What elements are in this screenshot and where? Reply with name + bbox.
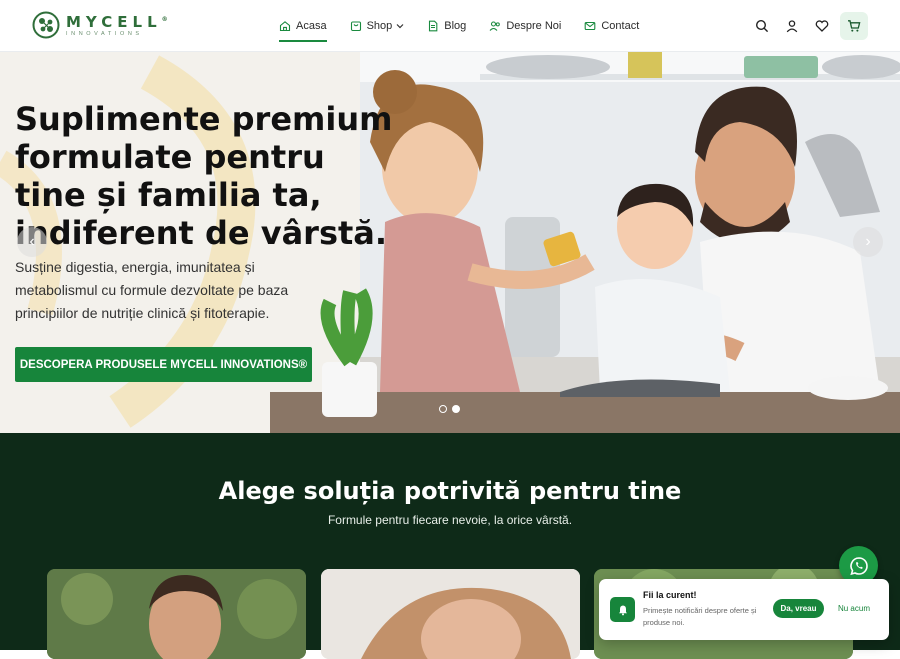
- carousel-prev-button[interactable]: ‹: [17, 227, 47, 257]
- chevron-left-icon: ‹: [29, 233, 35, 250]
- chevron-down-icon: [396, 24, 404, 29]
- home-icon: [279, 21, 291, 32]
- logo-name: MYCELL: [66, 13, 162, 31]
- main-nav: Acasa Shop Blog Despre Noi Contact: [279, 0, 662, 52]
- notification-dismiss-button[interactable]: Nu acum: [832, 599, 876, 618]
- heart-icon: [815, 20, 829, 32]
- card-image: [321, 569, 580, 659]
- carousel-dot-2[interactable]: [452, 405, 460, 413]
- search-icon: [755, 19, 769, 33]
- wishlist-button[interactable]: [808, 12, 836, 40]
- nav-label: Blog: [444, 20, 467, 32]
- bell-icon: [618, 605, 627, 615]
- hero-banner: Suplimente premium formulate pentru tine…: [0, 52, 900, 433]
- users-icon: [489, 21, 501, 31]
- notification-accept-button[interactable]: Da, vreau: [773, 599, 824, 618]
- card-image: [47, 569, 306, 659]
- nav-item-blog[interactable]: Blog: [427, 0, 466, 52]
- hero-title: Suplimente premium formulate pentru tine…: [15, 100, 393, 252]
- whatsapp-icon: [849, 556, 868, 575]
- solution-card[interactable]: [47, 569, 306, 659]
- search-button[interactable]: [748, 12, 776, 40]
- carousel-dots: [439, 405, 465, 413]
- logo[interactable]: MYCELL® INNOVATIONS: [32, 11, 168, 39]
- logo-mark-icon: [32, 11, 60, 39]
- nav-label: Acasa: [296, 20, 327, 32]
- nav-item-acasa[interactable]: Acasa: [279, 0, 327, 52]
- cart-button[interactable]: [840, 12, 868, 40]
- solution-card[interactable]: [321, 569, 580, 659]
- nav-item-contact[interactable]: Contact: [584, 0, 639, 52]
- logo-subtitle: INNOVATIONS: [66, 31, 143, 37]
- bell-badge: [610, 597, 635, 622]
- nav-label: Shop: [366, 20, 393, 32]
- chevron-right-icon: ›: [865, 233, 871, 250]
- user-icon: [786, 20, 798, 33]
- notification-text: Primește notificări despre oferte și pro…: [643, 606, 757, 627]
- notification-prompt: Fii la curent! Primește notificări despr…: [599, 579, 889, 640]
- logo-registered: ®: [161, 16, 168, 23]
- document-icon: [429, 20, 438, 32]
- bag-icon: [350, 21, 361, 32]
- hero-subtitle: Susține digestia, energia, imunitatea și…: [15, 259, 289, 321]
- notification-title: Fii la curent!: [643, 590, 697, 600]
- carousel-dot-1[interactable]: [439, 405, 447, 413]
- section-title: Alege soluția potrivită pentru tine: [218, 477, 682, 505]
- nav-label: Contact: [601, 20, 640, 32]
- site-header: MYCELL® INNOVATIONS Acasa Shop Blog Desp…: [0, 0, 900, 52]
- nav-label: Despre Noi: [506, 20, 562, 32]
- header-actions: [746, 12, 868, 40]
- mail-icon: [584, 21, 596, 31]
- nav-item-shop[interactable]: Shop: [350, 0, 405, 52]
- cart-icon: [848, 20, 861, 32]
- section-subtitle: Formule pentru fiecare nevoie, la orice …: [327, 513, 573, 527]
- shop-products-button[interactable]: DESCOPERA PRODUSELE MYCELL INNOVATIONS®: [15, 347, 312, 382]
- nav-item-despre-noi[interactable]: Despre Noi: [489, 0, 561, 52]
- account-button[interactable]: [778, 12, 806, 40]
- carousel-next-button[interactable]: ›: [853, 227, 883, 257]
